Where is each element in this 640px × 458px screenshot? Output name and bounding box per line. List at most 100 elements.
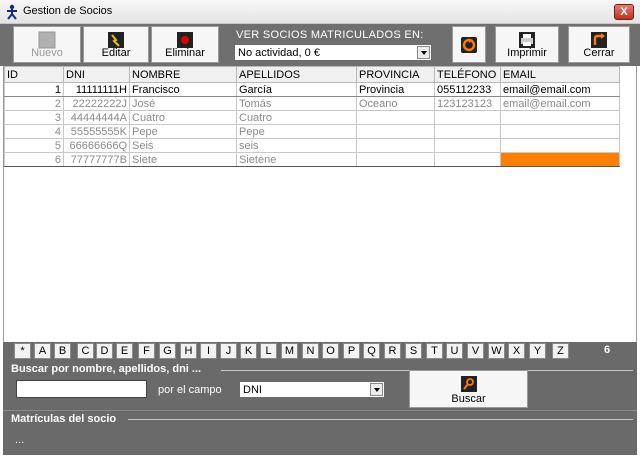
col-header-email[interactable]: EMAIL bbox=[500, 66, 620, 83]
letter-button-l[interactable]: L bbox=[260, 343, 277, 359]
eliminar-button[interactable]: Eliminar bbox=[151, 26, 219, 63]
cell-apellidos[interactable]: Cuatro bbox=[236, 110, 357, 125]
cell-nombre[interactable]: Pepe bbox=[129, 124, 237, 139]
col-header-provincia[interactable]: PROVINCIA bbox=[356, 66, 435, 83]
matriculas-panel-divider bbox=[128, 419, 633, 420]
imprimir-button[interactable]: Imprimir bbox=[495, 26, 559, 63]
letter-button-c[interactable]: C bbox=[77, 343, 94, 359]
letter-button-p[interactable]: P bbox=[343, 343, 360, 359]
cell-apellidos[interactable]: García bbox=[236, 82, 357, 97]
col-header-dni[interactable]: DNI bbox=[63, 66, 130, 83]
letter-button-e[interactable]: E bbox=[116, 343, 133, 359]
chevron-down-icon[interactable] bbox=[370, 383, 383, 396]
cerrar-button[interactable]: Cerrar bbox=[568, 26, 630, 63]
cell-apellidos[interactable]: Pepe bbox=[236, 124, 357, 139]
cell-telefono[interactable] bbox=[434, 138, 501, 153]
cell-id[interactable]: 5 bbox=[4, 138, 64, 153]
cell-dni[interactable]: 44444444A bbox=[63, 110, 130, 125]
letter-button-q[interactable]: Q bbox=[363, 343, 380, 359]
cell-email[interactable] bbox=[500, 110, 620, 125]
cell-id[interactable]: 4 bbox=[4, 124, 64, 139]
cell-nombre[interactable]: Francisco bbox=[129, 82, 237, 97]
cell-provincia[interactable]: Oceano bbox=[356, 96, 435, 111]
cell-email[interactable] bbox=[500, 124, 620, 139]
chevron-down-icon[interactable] bbox=[417, 46, 430, 59]
cell-provincia[interactable] bbox=[356, 110, 435, 125]
letter-button-j[interactable]: J bbox=[220, 343, 237, 359]
cell-email[interactable]: email@email.com bbox=[500, 82, 620, 97]
editar-button[interactable]: Editar bbox=[83, 26, 149, 63]
letter-button-t[interactable]: T bbox=[426, 343, 443, 359]
cell-telefono[interactable] bbox=[434, 110, 501, 125]
letter-button-h[interactable]: H bbox=[180, 343, 197, 359]
letter-button-z[interactable]: Z bbox=[552, 343, 569, 359]
cell-telefono[interactable] bbox=[434, 152, 501, 167]
cell-dni[interactable]: 66666666Q bbox=[63, 138, 130, 153]
col-header-id[interactable]: ID bbox=[4, 66, 64, 83]
cell-nombre[interactable]: Cuatro bbox=[129, 110, 237, 125]
cell-apellidos[interactable]: Tomás bbox=[236, 96, 357, 111]
cell-telefono[interactable]: 055112233 bbox=[434, 82, 501, 97]
cell-email-selected[interactable] bbox=[500, 152, 620, 167]
cell-id[interactable]: 1 bbox=[4, 82, 64, 97]
matriculas-content: ... bbox=[15, 434, 25, 446]
socios-grid[interactable]: ID DNI NOMBRE APELLIDOS PROVINCIA TELÉFO… bbox=[3, 66, 637, 342]
cell-nombre[interactable]: Siete bbox=[129, 152, 237, 167]
cell-nombre[interactable]: José bbox=[129, 96, 237, 111]
letter-button-n[interactable]: N bbox=[302, 343, 319, 359]
cell-telefono[interactable] bbox=[434, 124, 501, 139]
table-row[interactable]: 2 22222222J José Tomás Oceano 123123123 … bbox=[4, 96, 620, 111]
nuevo-button[interactable]: Nuevo bbox=[13, 26, 81, 63]
letter-button-u[interactable]: U bbox=[446, 343, 463, 359]
col-header-apellidos[interactable]: APELLIDOS bbox=[236, 66, 357, 83]
letter-button-m[interactable]: M bbox=[281, 343, 298, 359]
cell-id[interactable]: 3 bbox=[4, 110, 64, 125]
col-header-nombre[interactable]: NOMBRE bbox=[129, 66, 237, 83]
cell-email[interactable] bbox=[500, 138, 620, 153]
buscar-button[interactable]: Buscar bbox=[409, 370, 528, 408]
cell-dni[interactable]: 22222222J bbox=[63, 96, 130, 111]
letter-button-d[interactable]: D bbox=[96, 343, 113, 359]
cell-apellidos[interactable]: seis bbox=[236, 138, 357, 153]
letter-button-v[interactable]: V bbox=[467, 343, 484, 359]
actividad-select[interactable]: No actividad, 0 € bbox=[234, 44, 432, 61]
window-close-button[interactable]: X bbox=[614, 4, 634, 20]
letter-button-all[interactable]: * bbox=[14, 343, 31, 359]
letter-button-f[interactable]: F bbox=[138, 343, 155, 359]
table-row[interactable]: 4 55555555K Pepe Pepe bbox=[4, 124, 620, 139]
letter-button-y[interactable]: Y bbox=[529, 343, 546, 359]
letter-button-x[interactable]: X bbox=[508, 343, 525, 359]
cell-provincia[interactable] bbox=[356, 138, 435, 153]
cell-nombre[interactable]: Seis bbox=[129, 138, 237, 153]
letter-button-o[interactable]: O bbox=[322, 343, 339, 359]
table-row[interactable]: 1 11111111H Francisco García Provincia 0… bbox=[4, 82, 620, 97]
cell-apellidos[interactable]: Sietene bbox=[236, 152, 357, 167]
letter-button-k[interactable]: K bbox=[240, 343, 257, 359]
table-row[interactable]: 5 66666666Q Seis seis bbox=[4, 138, 620, 153]
cell-email[interactable]: email@email.com bbox=[500, 96, 620, 111]
cell-dni[interactable]: 77777777B bbox=[63, 152, 130, 167]
cell-dni[interactable]: 55555555K bbox=[63, 124, 130, 139]
app-person-icon bbox=[7, 4, 17, 20]
campo-select[interactable]: DNI bbox=[239, 381, 385, 398]
cell-provincia[interactable] bbox=[356, 152, 435, 167]
letter-button-i[interactable]: I bbox=[200, 343, 217, 359]
cell-telefono[interactable]: 123123123 bbox=[434, 96, 501, 111]
col-header-telefono[interactable]: TELÉFONO bbox=[434, 66, 501, 83]
letter-button-g[interactable]: G bbox=[159, 343, 176, 359]
cell-provincia[interactable]: Provincia bbox=[356, 82, 435, 97]
letter-button-a[interactable]: A bbox=[34, 343, 51, 359]
table-row[interactable]: 6 77777777B Siete Sietene bbox=[4, 152, 620, 167]
letter-button-s[interactable]: S bbox=[405, 343, 422, 359]
cell-id[interactable]: 2 bbox=[4, 96, 64, 111]
table-header-row: ID DNI NOMBRE APELLIDOS PROVINCIA TELÉFO… bbox=[4, 66, 620, 83]
letter-button-w[interactable]: W bbox=[488, 343, 505, 359]
search-input[interactable] bbox=[16, 380, 147, 398]
letter-button-b[interactable]: B bbox=[54, 343, 71, 359]
cell-dni[interactable]: 11111111H bbox=[63, 82, 130, 97]
refresh-button[interactable] bbox=[452, 26, 486, 63]
table-row[interactable]: 3 44444444A Cuatro Cuatro bbox=[4, 110, 620, 125]
cell-provincia[interactable] bbox=[356, 124, 435, 139]
cell-id[interactable]: 6 bbox=[4, 152, 64, 167]
letter-button-r[interactable]: R bbox=[384, 343, 401, 359]
